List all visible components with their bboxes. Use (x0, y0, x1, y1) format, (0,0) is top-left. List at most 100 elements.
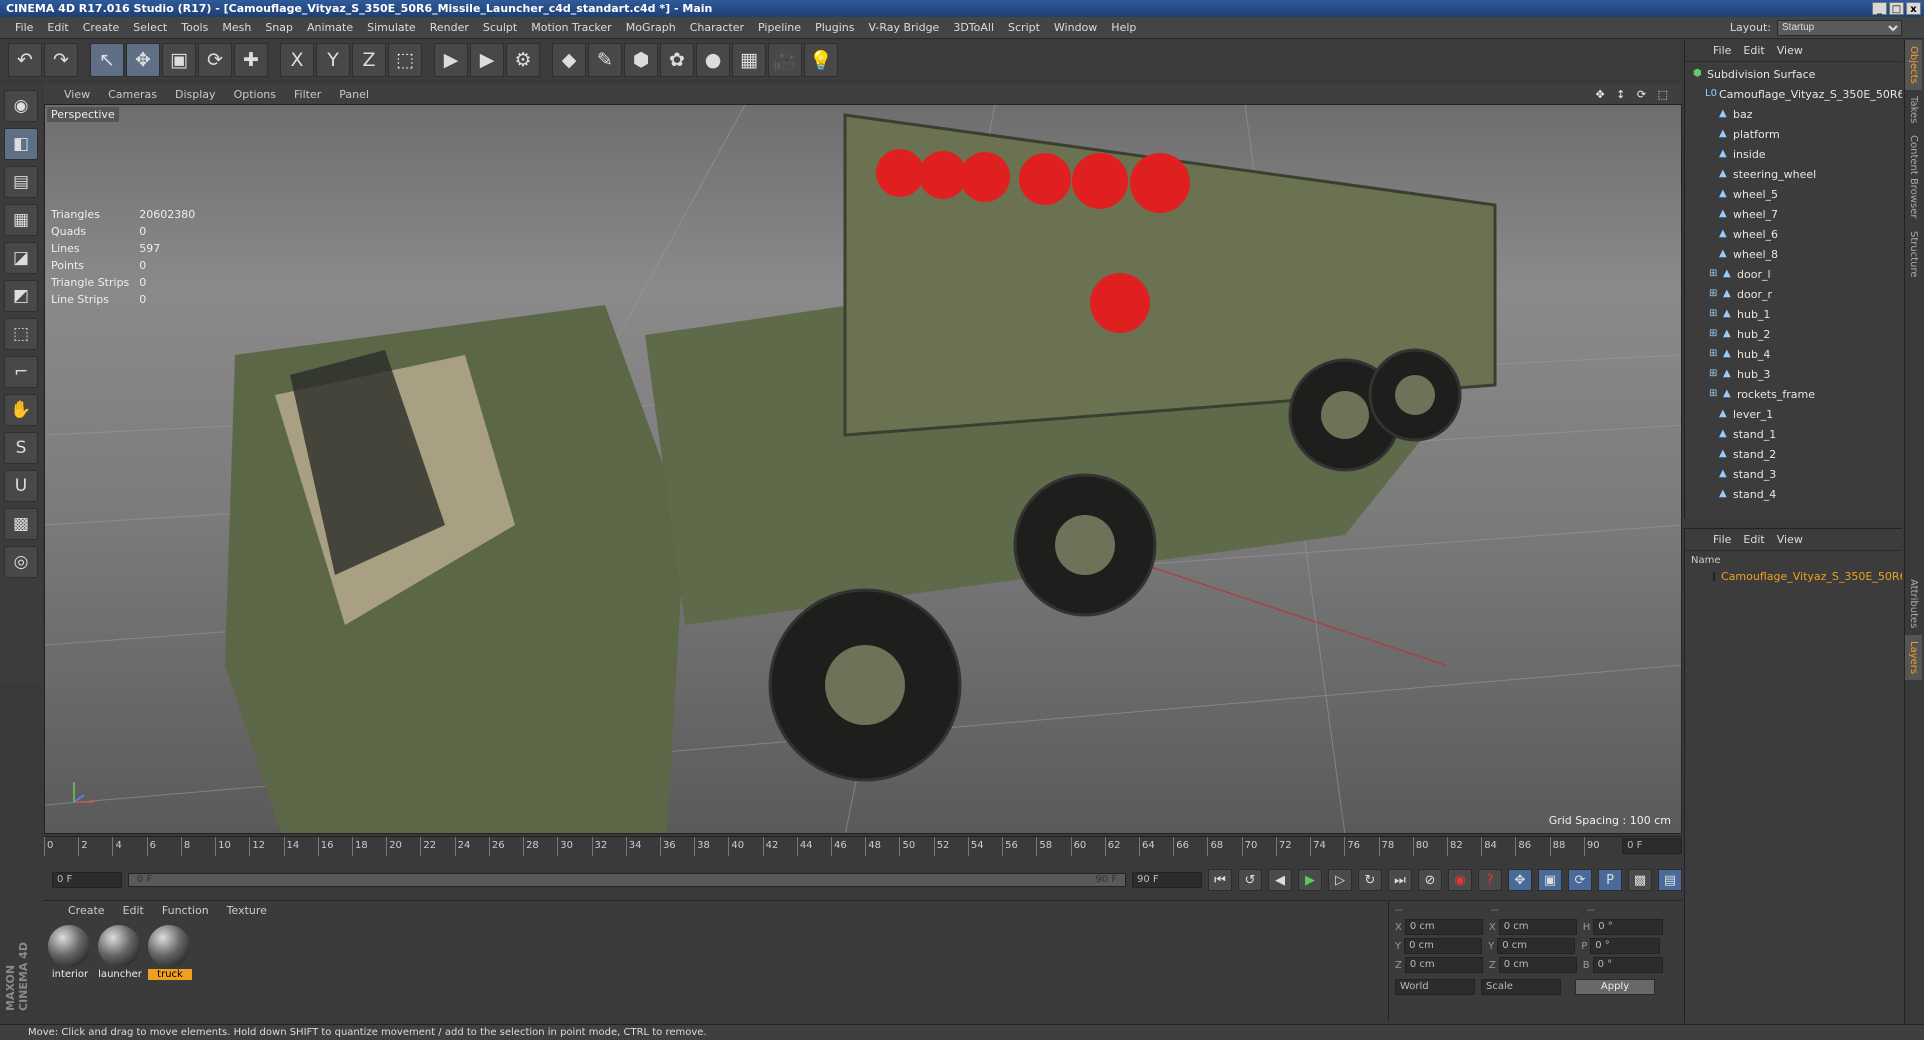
material-item[interactable]: interior (48, 925, 92, 980)
material-menu-create[interactable]: Create (68, 904, 105, 917)
tree-item-expandable[interactable]: ⊞ ▲ door_l (1685, 264, 1902, 284)
tree-item-expandable[interactable]: ⊞ ▲ hub_4 (1685, 344, 1902, 364)
key-pla-icon[interactable]: ▩ (1628, 869, 1652, 891)
key-scale-icon[interactable]: ▣ (1538, 869, 1562, 891)
viewport-menu-cameras[interactable]: Cameras (108, 88, 157, 101)
menu-character[interactable]: Character (683, 21, 751, 34)
keyframe-selection-icon[interactable]: ⊘ (1418, 869, 1442, 891)
move-icon[interactable]: ✥ (126, 43, 160, 77)
tree-item-expandable[interactable]: ⊞ ▲ hub_3 (1685, 364, 1902, 384)
pen-spline-icon[interactable]: ✎ (588, 43, 622, 77)
tree-item[interactable]: ▲ wheel_8 (1685, 244, 1902, 264)
lock-workplane-icon[interactable]: ▩ (4, 508, 38, 540)
object-menu-edit[interactable]: Edit (1743, 44, 1764, 57)
menu-animate[interactable]: Animate (300, 21, 360, 34)
tab-takes[interactable]: Takes (1905, 90, 1922, 129)
layer-menu-file[interactable]: File (1713, 533, 1731, 546)
render-to-picture-viewer-icon[interactable]: ▶ (470, 43, 504, 77)
menu-window[interactable]: Window (1047, 21, 1104, 34)
viewport-menu-options[interactable]: Options (234, 88, 276, 101)
model-mode-icon[interactable]: ◧ (4, 128, 38, 160)
x-axis-lock-icon[interactable]: X (280, 43, 314, 77)
tab-layers[interactable]: Layers (1905, 634, 1922, 680)
tree-item[interactable]: ▲ stand_2 (1685, 444, 1902, 464)
expand-plus-icon[interactable]: ⊞ (1709, 309, 1719, 319)
goto-start-icon[interactable]: ⏮ (1208, 869, 1232, 891)
deformer-icon[interactable]: ● (696, 43, 730, 77)
live-select-icon[interactable]: ↖ (90, 43, 124, 77)
position-z-field[interactable]: 0 cm (1404, 957, 1483, 973)
menu-edit[interactable]: Edit (40, 21, 75, 34)
menu-motion-tracker[interactable]: Motion Tracker (524, 21, 618, 34)
cube-primitive-icon[interactable]: ◆ (552, 43, 586, 77)
tree-item[interactable]: ▲ stand_4 (1685, 484, 1902, 504)
size-z-field[interactable]: 0 cm (1498, 957, 1577, 973)
menu-help[interactable]: Help (1104, 21, 1143, 34)
scale-icon[interactable]: ▣ (162, 43, 196, 77)
menu-3dtoall[interactable]: 3DToAll (946, 21, 1001, 34)
menu-plugins[interactable]: Plugins (808, 21, 861, 34)
next-key-icon[interactable]: ↻ (1358, 869, 1382, 891)
layer-menu-view[interactable]: View (1777, 533, 1803, 546)
prev-frame-icon[interactable]: ◀ (1268, 869, 1292, 891)
viewport-menu-panel[interactable]: Panel (339, 88, 369, 101)
render-view-icon[interactable]: ▶ (434, 43, 468, 77)
tree-item[interactable]: ▲ lever_1 (1685, 404, 1902, 424)
object-menu-file[interactable]: File (1713, 44, 1731, 57)
expand-plus-icon[interactable]: ⊞ (1709, 369, 1719, 379)
tree-item[interactable]: ▲ baz (1685, 104, 1902, 124)
tab-content-browser[interactable]: Content Browser (1905, 129, 1922, 224)
workplane-mode-icon[interactable]: ▦ (4, 204, 38, 236)
close-button[interactable]: x (1906, 2, 1921, 15)
expand-plus-icon[interactable]: ⊞ (1709, 349, 1719, 359)
tweak-mode-icon[interactable]: ✋ (4, 394, 38, 426)
material-menu-edit[interactable]: Edit (123, 904, 144, 917)
floor-icon[interactable]: ▦ (732, 43, 766, 77)
menu-simulate[interactable]: Simulate (360, 21, 423, 34)
position-x-field[interactable]: 0 cm (1404, 919, 1483, 935)
menu-mesh[interactable]: Mesh (215, 21, 258, 34)
magnet-icon[interactable]: U (4, 470, 38, 502)
coordinate-space-select[interactable]: World (1395, 979, 1475, 995)
tab-attributes[interactable]: Attributes (1905, 573, 1922, 634)
tree-item[interactable]: ▲ platform (1685, 124, 1902, 144)
tree-item[interactable]: ▲ wheel_6 (1685, 224, 1902, 244)
menu-pipeline[interactable]: Pipeline (751, 21, 808, 34)
tree-item-expandable[interactable]: ⊞ ▲ rockets_frame (1685, 384, 1902, 404)
position-y-field[interactable]: 0 cm (1404, 938, 1483, 954)
timeline-ruler[interactable]: 0 2 4 6 8 10 12 14 16 18 20 22 24 26 28 … (44, 836, 1683, 856)
polygons-mode-icon[interactable]: ⬚ (4, 318, 38, 350)
subdivision-surface-icon[interactable]: ⬢ (624, 43, 658, 77)
perspective-viewport[interactable]: Perspective Triangles 20602380 Quads 0 Lin… (44, 104, 1682, 834)
viewport-menu-filter[interactable]: Filter (294, 88, 321, 101)
prev-key-icon[interactable]: ↺ (1238, 869, 1262, 891)
menu-sculpt[interactable]: Sculpt (476, 21, 524, 34)
rotation-p-field[interactable]: 0 ° (1590, 938, 1661, 954)
apply-button[interactable]: Apply (1575, 979, 1655, 995)
end-frame-field[interactable]: 90 F (1132, 872, 1202, 888)
tree-item[interactable]: ▲ wheel_7 (1685, 204, 1902, 224)
tree-item[interactable]: ▲ wheel_5 (1685, 184, 1902, 204)
menu-snap[interactable]: Snap (258, 21, 300, 34)
texture-mode-icon[interactable]: ▤ (4, 166, 38, 198)
menu-tools[interactable]: Tools (174, 21, 215, 34)
camera-icon[interactable]: 🎥 (768, 43, 802, 77)
tree-item-subdivision-surface[interactable]: ⬢ Subdivision Surface (1685, 64, 1902, 84)
render-settings-icon[interactable]: ⚙ (506, 43, 540, 77)
tree-item-expandable[interactable]: ⊞ ▲ hub_2 (1685, 324, 1902, 344)
play-icon[interactable]: ▶ (1298, 869, 1322, 891)
start-frame-field[interactable]: 0 F (52, 872, 122, 888)
tree-item[interactable]: ▲ stand_1 (1685, 424, 1902, 444)
maximize-button[interactable]: □ (1889, 2, 1904, 15)
axis-mode-icon[interactable]: ⌐ (4, 356, 38, 388)
y-axis-lock-icon[interactable]: Y (316, 43, 350, 77)
points-mode-icon[interactable]: ◪ (4, 242, 38, 274)
undo-icon[interactable]: ↶ (8, 43, 42, 77)
menu-create[interactable]: Create (76, 21, 127, 34)
current-frame-field[interactable]: 0 F (1622, 838, 1683, 854)
material-item-selected[interactable]: truck (148, 925, 192, 980)
layer-menu-edit[interactable]: Edit (1743, 533, 1764, 546)
menu-render[interactable]: Render (423, 21, 476, 34)
record-icon[interactable]: ◉ (1448, 869, 1472, 891)
expand-plus-icon[interactable]: ⊞ (1709, 329, 1719, 339)
